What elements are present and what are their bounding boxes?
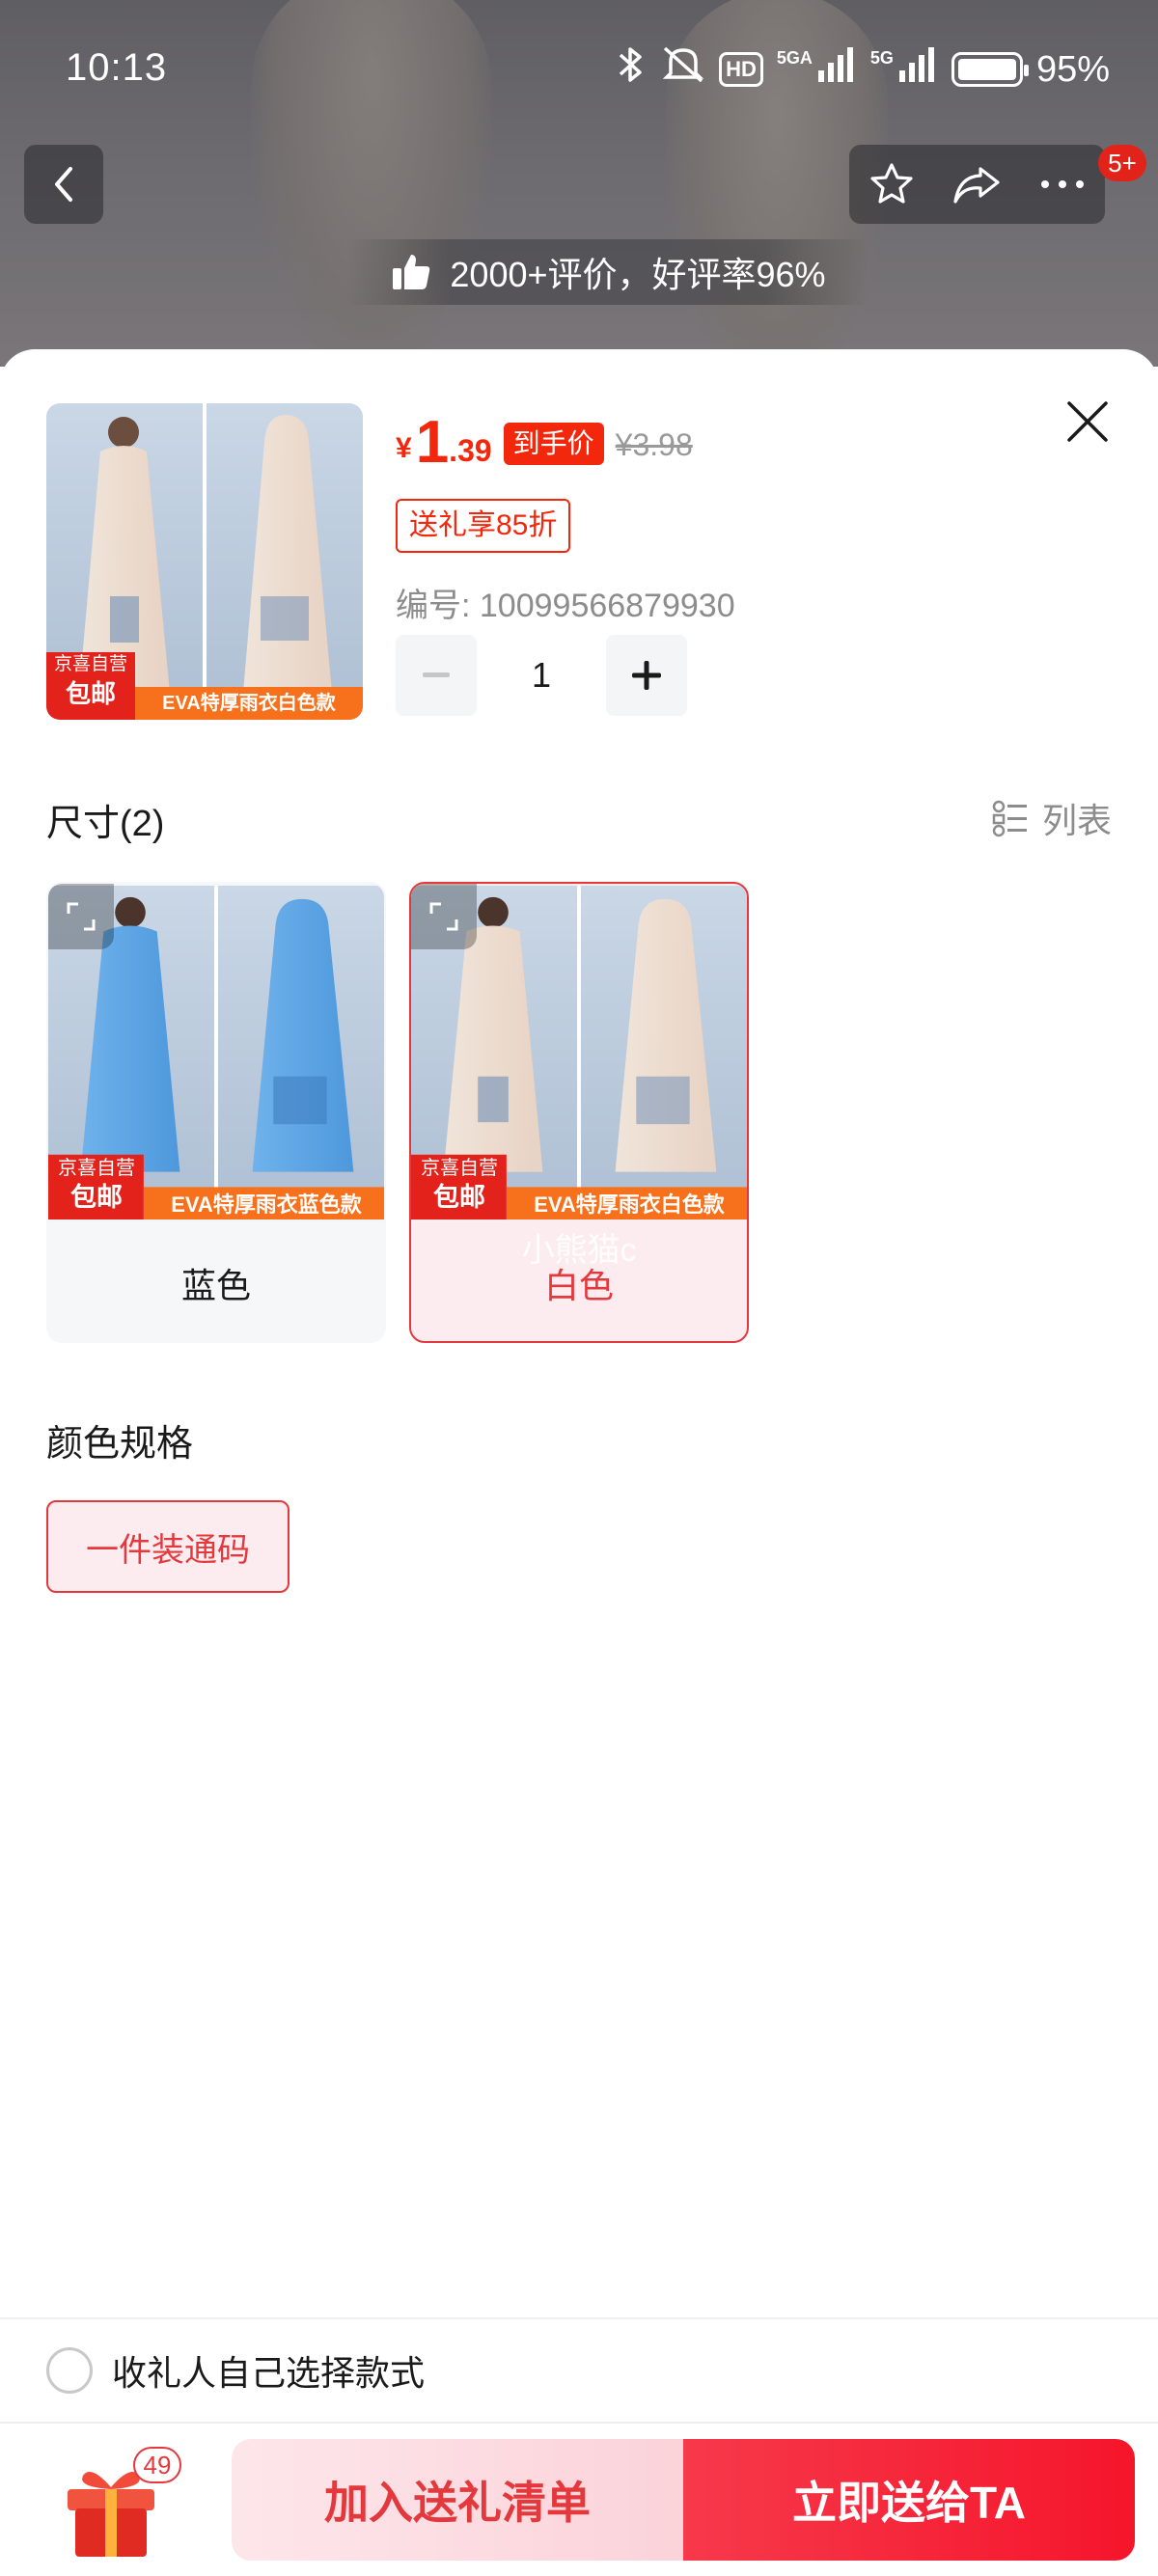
store-badge: 京喜自营 xyxy=(58,1158,135,1179)
close-button[interactable] xyxy=(1062,396,1114,448)
list-icon xyxy=(992,800,1027,837)
signal-label-1: 5GA xyxy=(776,48,813,68)
share-icon xyxy=(953,167,1001,204)
size-section-title: 尺寸(2) xyxy=(46,804,165,844)
size-option-label: 白色 xyxy=(543,1266,614,1305)
list-view-toggle[interactable]: 列表 xyxy=(992,793,1112,843)
gift-list-count: 49 xyxy=(133,2447,181,2483)
selected-product-image[interactable]: 京喜自营 包邮 EVA特厚雨衣白色款 xyxy=(46,403,363,720)
gift-discount-tag: 送礼享85折 xyxy=(396,499,571,553)
close-icon xyxy=(1067,401,1108,442)
increase-button[interactable] xyxy=(606,635,687,716)
size-option-blue[interactable]: 京喜自营 包邮 EVA特厚雨衣蓝色款 蓝色 xyxy=(46,882,386,1343)
plus-icon xyxy=(632,661,661,690)
expand-icon xyxy=(67,902,96,931)
minus-icon xyxy=(423,672,450,677)
expand-icon xyxy=(429,902,458,931)
expand-image-button[interactable] xyxy=(48,884,114,949)
expand-image-button[interactable] xyxy=(411,884,477,949)
image-caption: EVA特厚雨衣白色款 xyxy=(162,693,336,714)
final-price-tag: 到手价 xyxy=(503,423,604,465)
back-button[interactable] xyxy=(24,145,103,224)
recipient-choice-radio[interactable] xyxy=(46,2347,93,2394)
mute-bell-icon xyxy=(661,44,705,95)
status-time: 10:13 xyxy=(66,46,168,89)
size-option-white[interactable]: 京喜自营 包邮 EVA特厚雨衣白色款 小熊猫c 白色 xyxy=(409,882,749,1343)
hd-voice-badge: HD xyxy=(719,52,763,87)
store-badge: 京喜自营 xyxy=(421,1158,498,1179)
battery-icon xyxy=(951,52,1029,87)
price-integer: 1 xyxy=(415,409,450,476)
sku-number: 编号: 10099566879930 xyxy=(396,588,735,624)
rating-text: 2000+评价，好评率96% xyxy=(450,255,826,294)
image-caption: EVA特厚雨衣白色款 xyxy=(534,1192,725,1217)
add-to-gift-list-button[interactable]: 加入送礼清单 xyxy=(232,2439,683,2561)
chevron-left-icon xyxy=(55,167,72,202)
recipient-choice-row[interactable]: 收礼人自己选择款式 xyxy=(0,2317,1158,2424)
status-icons: HD 5GA 5G 95% xyxy=(615,44,1110,95)
send-gift-button[interactable]: 立即送给TA xyxy=(683,2439,1135,2561)
status-bar: 10:13 HD 5GA 5G 95% xyxy=(0,0,1158,135)
original-price: ¥3.98 xyxy=(615,427,693,462)
size-option-label: 蓝色 xyxy=(180,1266,251,1305)
decrease-button[interactable] xyxy=(396,635,477,716)
image-caption: EVA特厚雨衣蓝色款 xyxy=(171,1192,362,1217)
more-button[interactable] xyxy=(1029,151,1096,218)
share-button[interactable] xyxy=(943,151,1010,218)
price-currency: ¥ xyxy=(396,432,412,464)
recipient-choice-label: 收礼人自己选择款式 xyxy=(112,2353,426,2393)
signal-bars-icon-2 xyxy=(898,47,938,92)
more-dots-icon xyxy=(1040,180,1084,188)
top-actions-group xyxy=(849,145,1105,224)
price-decimal: .39 xyxy=(449,433,492,468)
bluetooth-icon xyxy=(615,45,648,94)
list-toggle-label: 列表 xyxy=(1041,801,1112,840)
shipping-badge: 包邮 xyxy=(70,1183,123,1212)
quantity-stepper: 1 xyxy=(396,635,687,716)
favorite-button[interactable] xyxy=(858,151,925,218)
price-row: ¥ 1 .39 到手价 ¥3.98 xyxy=(396,413,693,473)
signal-bars-icon xyxy=(817,47,857,92)
thumbs-up-icon xyxy=(393,255,430,289)
shipping-badge: 包邮 xyxy=(65,679,116,708)
star-icon xyxy=(870,163,913,204)
message-count-badge: 5+ xyxy=(1098,145,1146,181)
bottom-action-bar: 49 加入送礼清单 立即送给TA xyxy=(0,2424,1158,2576)
rating-summary[interactable]: 2000+评价，好评率96% xyxy=(347,239,868,305)
color-spec-title: 颜色规格 xyxy=(46,1424,194,1465)
signal-label-2: 5G xyxy=(869,48,894,68)
sku-selector-sheet: 京喜自营 包邮 EVA特厚雨衣白色款 ¥ 1 .39 到手价 ¥3.98 送礼享… xyxy=(0,349,1158,2576)
store-badge: 京喜自营 xyxy=(53,654,127,674)
quantity-value[interactable]: 1 xyxy=(477,655,606,696)
final-price: ¥ 1 .39 xyxy=(396,413,492,473)
battery-percent: 95% xyxy=(1035,48,1110,90)
spec-option-one-size[interactable]: 一件装通码 xyxy=(46,1500,290,1593)
shipping-badge: 包邮 xyxy=(433,1183,485,1212)
